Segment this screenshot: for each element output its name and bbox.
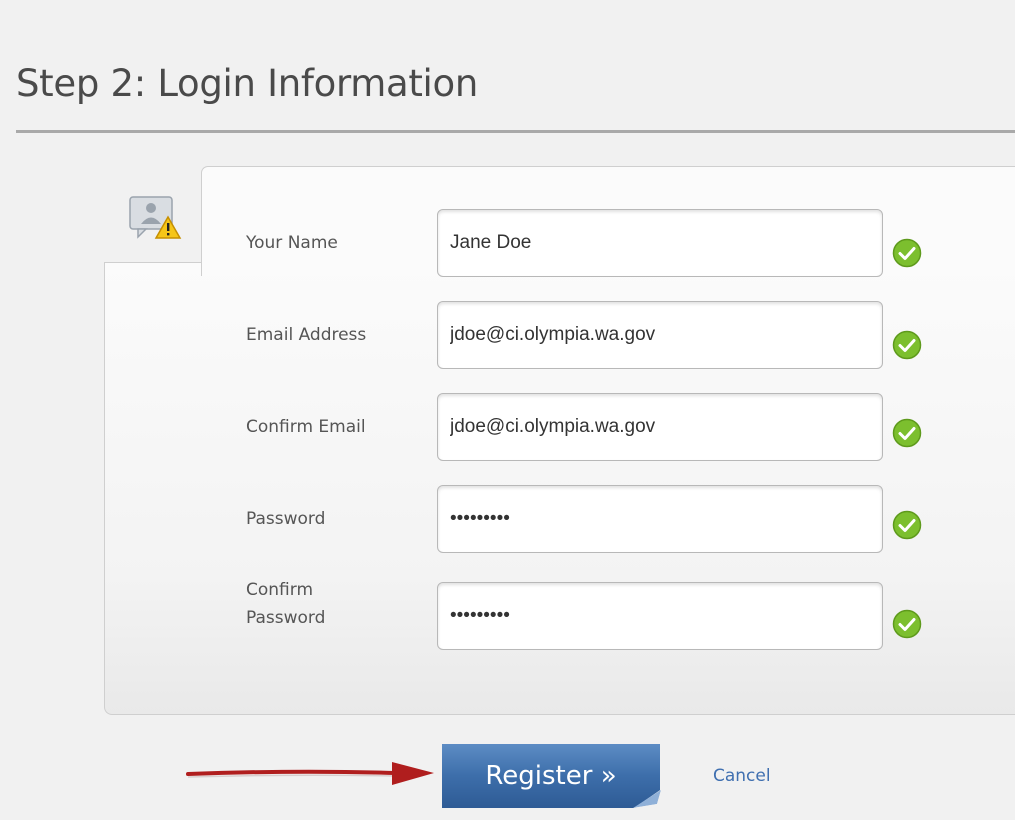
password-input[interactable] (437, 485, 883, 553)
cancel-link[interactable]: Cancel (713, 766, 771, 786)
page-curl (633, 790, 661, 808)
confirm-email-label: Confirm Email (246, 417, 366, 437)
user-warning-icon (129, 196, 182, 239)
title-divider (16, 130, 1015, 133)
checkmark-icon (892, 510, 922, 540)
checkmark-icon (892, 609, 922, 639)
email-address-label: Email Address (246, 325, 367, 345)
register-button[interactable]: Register » (442, 744, 660, 808)
confirm-password-input[interactable] (437, 582, 883, 650)
your-name-input[interactable] (437, 209, 883, 277)
password-label: Password (246, 509, 326, 529)
your-name-label: Your Name (246, 233, 338, 253)
checkmark-icon (892, 418, 922, 448)
email-address-input[interactable] (437, 301, 883, 369)
checkmark-icon (892, 330, 922, 360)
confirm-email-input[interactable] (437, 393, 883, 461)
page-title: Step 2: Login Information (16, 62, 479, 105)
checkmark-icon (892, 238, 922, 268)
confirm-password-label: Confirm Password (246, 580, 326, 628)
red-arrow-icon (186, 762, 434, 785)
